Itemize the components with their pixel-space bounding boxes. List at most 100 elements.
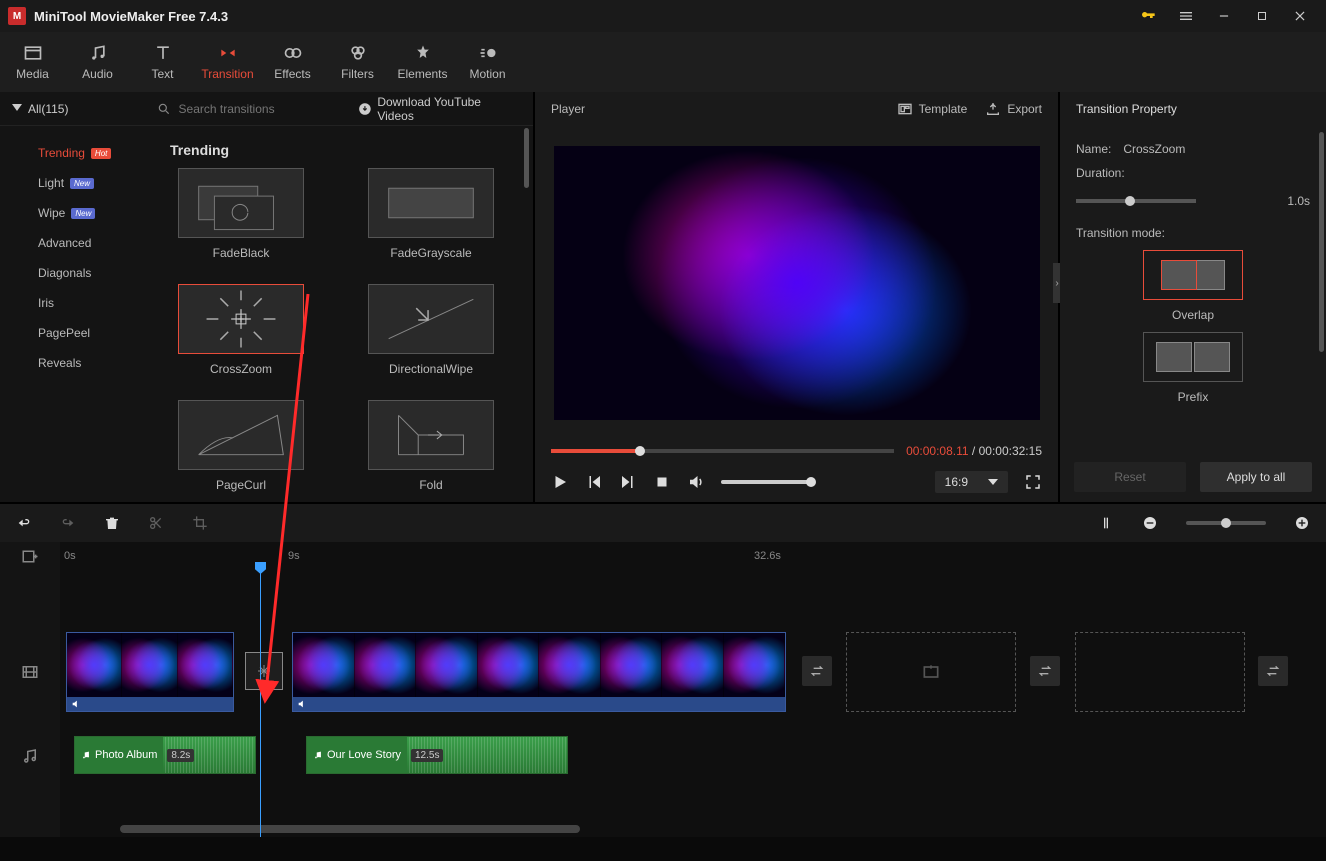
time-display: 00:00:08.11 / 00:00:32:15: [906, 444, 1042, 458]
video-track[interactable]: [60, 626, 1326, 718]
playhead[interactable]: [260, 564, 261, 837]
audio-clip-duration: 8.2s: [167, 749, 194, 762]
app-logo: M: [8, 7, 26, 25]
transition-label: FadeGrayscale: [390, 246, 471, 260]
drop-clip-placeholder[interactable]: [846, 632, 1016, 712]
grid-scrollbar[interactable]: [524, 128, 529, 188]
zoom-slider[interactable]: [1186, 521, 1266, 525]
music-icon: [81, 750, 91, 760]
audio-track[interactable]: Photo Album 8.2s Our Love Story 12.5s: [60, 718, 1326, 793]
transition-pagecurl[interactable]: [178, 400, 304, 470]
props-title: Transition Property: [1060, 92, 1326, 126]
filter-all[interactable]: All(115): [0, 102, 147, 116]
time-current: 00:00:08.11: [906, 444, 969, 458]
tab-audio[interactable]: Audio: [65, 32, 130, 92]
license-key-icon[interactable]: [1130, 2, 1166, 30]
player-title: Player: [551, 102, 585, 116]
reset-button[interactable]: Reset: [1074, 462, 1186, 492]
sidebar-item-advanced[interactable]: Advanced: [0, 228, 148, 258]
swap-button[interactable]: [802, 656, 832, 686]
swap-button[interactable]: [1258, 656, 1288, 686]
sidebar-item-iris[interactable]: Iris: [0, 288, 148, 318]
search-box[interactable]: [147, 102, 344, 116]
tab-elements[interactable]: Elements: [390, 32, 455, 92]
zoom-out-button[interactable]: [1142, 515, 1158, 531]
music-icon: [313, 750, 323, 760]
apply-to-all-button[interactable]: Apply to all: [1200, 462, 1312, 492]
delete-button[interactable]: [104, 515, 120, 531]
transition-directionalwipe[interactable]: [368, 284, 494, 354]
tab-filters[interactable]: Filters: [325, 32, 390, 92]
sidebar-item-trending[interactable]: TrendingHot: [0, 138, 148, 168]
category-sidebar: TrendingHotLightNewWipeNewAdvancedDiagon…: [0, 126, 148, 502]
drop-clip-placeholder[interactable]: [1075, 632, 1245, 712]
sidebar-item-reveals[interactable]: Reveals: [0, 348, 148, 378]
mode-overlap[interactable]: [1143, 250, 1243, 300]
tab-transition[interactable]: Transition: [195, 32, 260, 92]
timeline-scrollbar[interactable]: [120, 825, 580, 833]
stop-button[interactable]: [653, 473, 671, 491]
prev-button[interactable]: [585, 473, 603, 491]
timeline-ruler[interactable]: 0s 9s 32.6s: [60, 542, 1326, 574]
play-button[interactable]: [551, 473, 569, 491]
tab-media[interactable]: Media: [0, 32, 65, 92]
main-toolbar: MediaAudioTextTransitionEffectsFiltersEl…: [0, 32, 1326, 92]
fullscreen-button[interactable]: [1024, 473, 1042, 491]
crop-button[interactable]: [192, 515, 208, 531]
undo-button[interactable]: [16, 515, 32, 531]
swap-button[interactable]: [1030, 656, 1060, 686]
download-youtube-label: Download YouTube Videos: [377, 95, 519, 123]
volume-slider[interactable]: [721, 480, 811, 484]
redo-button[interactable]: [60, 515, 76, 531]
transition-label: CrossZoom: [210, 362, 272, 376]
clip-audio-icon[interactable]: [71, 699, 81, 709]
menu-icon[interactable]: [1168, 2, 1204, 30]
transition-fold[interactable]: [368, 400, 494, 470]
volume-icon[interactable]: [687, 473, 705, 491]
maximize-button[interactable]: [1244, 2, 1280, 30]
video-clip-1[interactable]: [66, 632, 234, 712]
transition-fadegrayscale[interactable]: [368, 168, 494, 238]
search-input[interactable]: [179, 102, 334, 116]
tab-motion[interactable]: Motion: [455, 32, 520, 92]
minimize-button[interactable]: [1206, 2, 1242, 30]
tab-text[interactable]: Text: [130, 32, 195, 92]
aspect-ratio-select[interactable]: 16:9: [935, 471, 1008, 493]
ruler-tick: 9s: [288, 550, 300, 562]
tab-effects[interactable]: Effects: [260, 32, 325, 92]
preview-image: [554, 146, 1040, 420]
props-scrollbar[interactable]: [1319, 132, 1324, 352]
audio-track-icon: [21, 747, 39, 765]
transition-crosszoom[interactable]: [178, 284, 304, 354]
add-track-icon[interactable]: [21, 549, 39, 567]
sidebar-item-pagepeel[interactable]: PagePeel: [0, 318, 148, 348]
download-youtube-button[interactable]: Download YouTube Videos: [344, 95, 533, 123]
timeline-fit-button[interactable]: [1098, 515, 1114, 531]
mode-prefix[interactable]: [1143, 332, 1243, 382]
seek-slider[interactable]: [551, 449, 894, 453]
video-clip-2[interactable]: [292, 632, 786, 712]
transition-grid: Trending FadeBlackFadeGrayscaleCrossZoom…: [148, 126, 533, 502]
duration-slider[interactable]: [1076, 199, 1196, 203]
split-button[interactable]: [148, 515, 164, 531]
audio-clip-name: Photo Album: [95, 749, 157, 761]
close-button[interactable]: [1282, 2, 1318, 30]
ruler-tick: 32.6s: [754, 550, 781, 562]
audio-clip-2[interactable]: Our Love Story 12.5s: [306, 736, 568, 774]
zoom-in-button[interactable]: [1294, 515, 1310, 531]
transition-fadeblack[interactable]: [178, 168, 304, 238]
prop-name-label: Name:: [1076, 142, 1111, 156]
sidebar-item-light[interactable]: LightNew: [0, 168, 148, 198]
export-button[interactable]: Export: [985, 101, 1042, 117]
transition-slot[interactable]: [245, 652, 283, 690]
prop-duration-label: Duration:: [1076, 166, 1125, 180]
audio-clip-1[interactable]: Photo Album 8.2s: [74, 736, 256, 774]
next-button[interactable]: [619, 473, 637, 491]
clip-audio-icon[interactable]: [297, 699, 307, 709]
sidebar-item-wipe[interactable]: WipeNew: [0, 198, 148, 228]
template-button[interactable]: Template: [897, 101, 968, 117]
transition-label: Fold: [419, 478, 442, 492]
prop-duration-value: 1.0s: [1287, 194, 1310, 208]
ruler-tick: 0s: [64, 550, 76, 562]
sidebar-item-diagonals[interactable]: Diagonals: [0, 258, 148, 288]
